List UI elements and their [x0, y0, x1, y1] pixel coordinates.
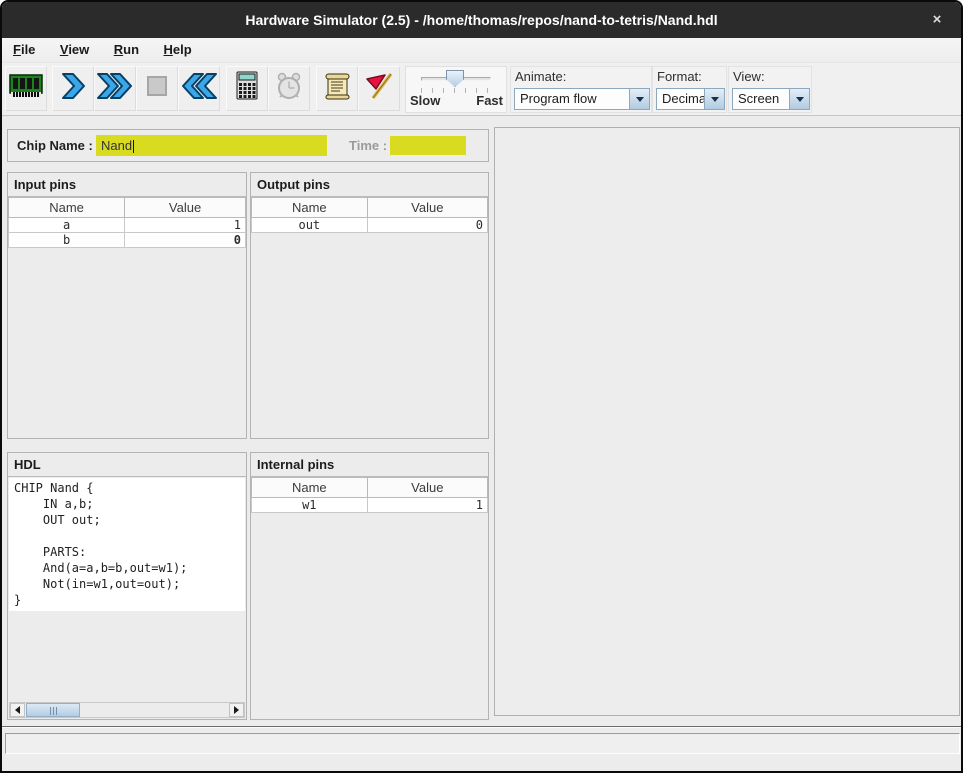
scroll-script-icon — [322, 71, 352, 106]
table-row: w1 1 — [252, 498, 488, 513]
table-row: a 1 — [9, 218, 246, 233]
scroll-right-icon[interactable] — [229, 703, 244, 717]
pin-name-cell: w1 — [252, 498, 368, 513]
format-group: Format: Decimal — [652, 66, 727, 113]
animate-select[interactable]: Program flow — [514, 88, 650, 110]
animate-selected-value: Program flow — [515, 89, 629, 109]
output-pins-panel: Output pins Name Value out 0 — [250, 172, 489, 439]
column-header-value: Value — [367, 478, 487, 498]
animate-group: Animate: Program flow — [510, 66, 652, 113]
time-label: Time : — [349, 130, 387, 161]
output-pins-title: Output pins — [251, 173, 488, 197]
output-pins-table: Name Value out 0 — [251, 197, 488, 233]
bottom-divider — [2, 726, 961, 728]
view-group: View: Screen — [728, 66, 812, 113]
pin-value-cell: 1 — [367, 498, 487, 513]
menu-help[interactable]: Help — [160, 38, 194, 62]
chevron-down-icon[interactable] — [789, 89, 809, 109]
chip-name-bar: Chip Name : Nand Time : — [7, 129, 489, 162]
column-header-name: Name — [252, 198, 368, 218]
slider-thumb[interactable] — [446, 70, 464, 87]
single-step-button[interactable] — [52, 66, 94, 111]
status-message-bar — [5, 733, 960, 754]
view-selected-value: Screen — [733, 89, 789, 109]
step-forward-icon — [60, 71, 86, 106]
load-chip-button[interactable] — [5, 66, 47, 111]
menu-run[interactable]: Run — [111, 38, 142, 62]
view-script-button[interactable] — [316, 66, 358, 111]
rewind-icon — [180, 71, 218, 106]
slider-fast-label: Fast — [476, 93, 503, 108]
table-row: b 0 — [9, 233, 246, 248]
column-header-value: Value — [125, 198, 246, 218]
hdl-code-text: CHIP Nand { IN a,b; OUT out; PARTS: And(… — [9, 478, 245, 608]
toolbar: Slow Fast Animate: Program flow Format: … — [2, 62, 961, 116]
pin-name-cell: out — [252, 218, 368, 233]
menu-view[interactable]: View — [57, 38, 92, 62]
fast-forward-icon — [96, 71, 134, 106]
hdl-title: HDL — [8, 453, 246, 477]
window-title: Hardware Simulator (2.5) - /home/thomas/… — [2, 2, 961, 38]
menu-file[interactable]: File — [10, 38, 38, 62]
chip-name-input[interactable]: Nand — [96, 135, 327, 156]
run-button[interactable] — [94, 66, 136, 111]
titlebar[interactable]: Hardware Simulator (2.5) - /home/thomas/… — [2, 2, 961, 38]
red-flag-icon — [364, 71, 394, 106]
chip-display-panel — [494, 127, 960, 716]
internal-pins-table: Name Value w1 1 — [251, 477, 488, 513]
pin-value-cell[interactable]: 1 — [125, 218, 246, 233]
menubar: File View Run Help — [2, 38, 961, 62]
hdl-code-view[interactable]: CHIP Nand { IN a,b; OUT out; PARTS: And(… — [9, 478, 245, 611]
slider-slow-label: Slow — [410, 93, 440, 108]
calculator-icon — [233, 70, 261, 107]
input-pins-panel: Input pins Name Value a 1 b 0 — [7, 172, 247, 439]
pin-name-cell: b — [9, 233, 125, 248]
chip-name-text: Nand — [101, 138, 132, 153]
hdl-panel: HDL CHIP Nand { IN a,b; OUT out; PARTS: … — [7, 452, 247, 720]
input-pins-title: Input pins — [8, 173, 246, 197]
internal-pins-title: Internal pins — [251, 453, 488, 477]
format-selected-value: Decimal — [657, 89, 704, 109]
memory-chip-icon — [9, 72, 43, 105]
pin-value-cell-active[interactable]: 0 — [125, 233, 246, 248]
view-label: View: — [733, 69, 765, 84]
clock-button-disabled — [268, 66, 310, 111]
pin-name-cell: a — [9, 218, 125, 233]
stop-button[interactable] — [136, 66, 178, 111]
format-select[interactable]: Decimal — [656, 88, 725, 110]
scroll-left-icon[interactable] — [10, 703, 25, 717]
column-header-value: Value — [367, 198, 487, 218]
close-icon[interactable]: × — [925, 2, 949, 38]
input-pins-table: Name Value a 1 b 0 — [8, 197, 246, 248]
chip-name-label: Chip Name : — [17, 130, 93, 161]
speed-slider-panel: Slow Fast — [405, 66, 507, 113]
column-header-name: Name — [9, 198, 125, 218]
chevron-down-icon[interactable] — [629, 89, 649, 109]
hdl-horizontal-scrollbar[interactable] — [9, 702, 245, 718]
alarm-clock-icon — [273, 70, 305, 107]
hardware-simulator-window: Hardware Simulator (2.5) - /home/thomas/… — [0, 0, 963, 773]
table-row: out 0 — [252, 218, 488, 233]
internal-pins-panel: Internal pins Name Value w1 1 — [250, 452, 489, 720]
chevron-down-icon[interactable] — [704, 89, 724, 109]
animate-label: Animate: — [515, 69, 566, 84]
format-label: Format: — [657, 69, 702, 84]
evaluate-button[interactable] — [226, 66, 268, 111]
text-caret — [133, 140, 134, 153]
reset-button[interactable] — [178, 66, 220, 111]
stop-square-icon — [142, 71, 172, 106]
breakpoints-button[interactable] — [358, 66, 400, 111]
view-select[interactable]: Screen — [732, 88, 810, 110]
column-header-name: Name — [252, 478, 368, 498]
scrollbar-thumb[interactable] — [26, 703, 80, 717]
pin-value-cell: 0 — [367, 218, 487, 233]
time-field — [390, 136, 466, 155]
